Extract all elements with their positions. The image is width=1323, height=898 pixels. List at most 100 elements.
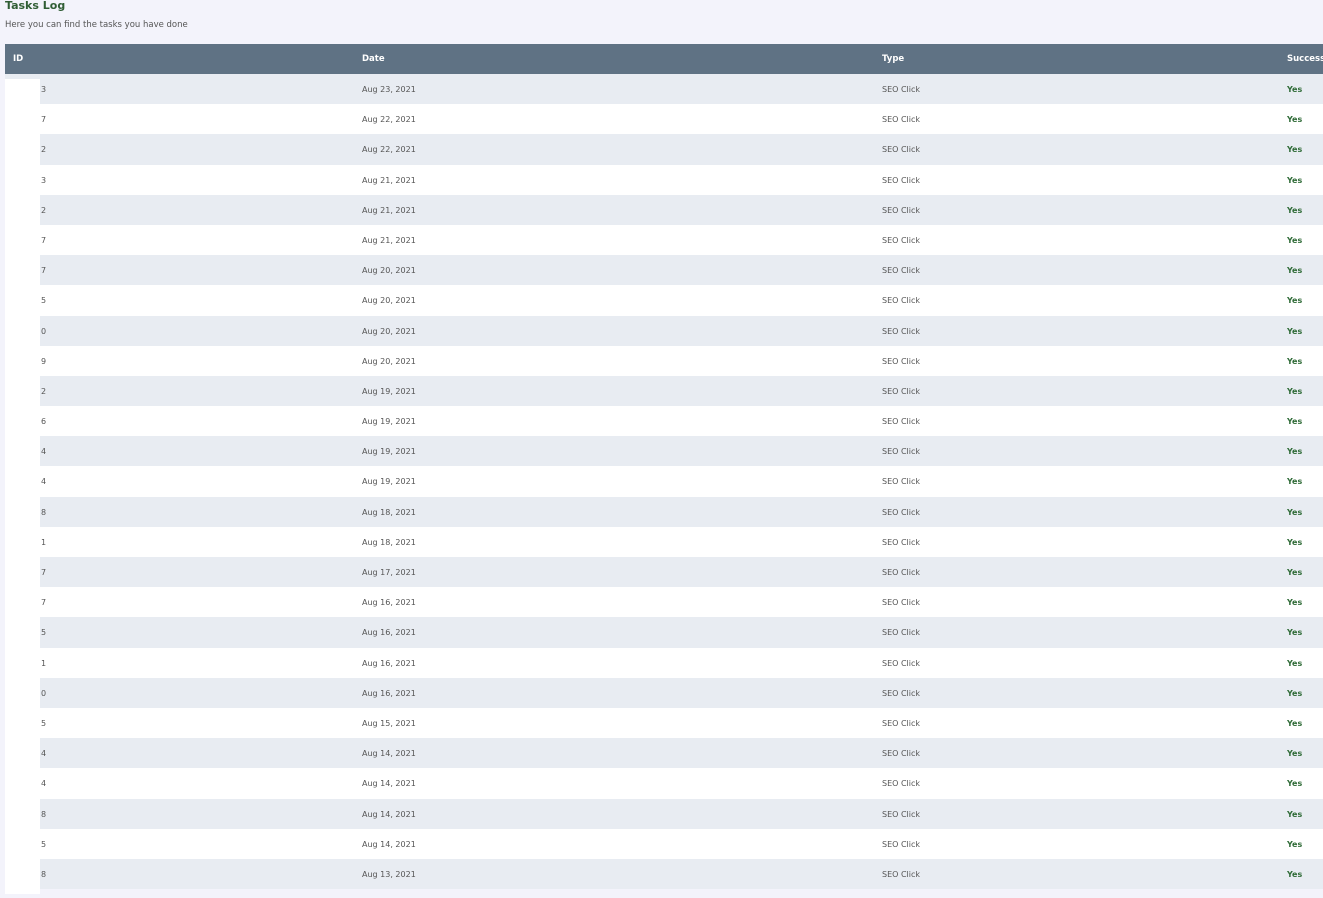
cell-date: Aug 14, 2021 <box>362 749 416 759</box>
cell-success: Yes <box>1287 85 1303 94</box>
cell-success: Yes <box>1287 235 1303 245</box>
cell-id: 7 <box>41 266 47 276</box>
cell-id: 4 <box>41 779 47 789</box>
table-row: 5 Aug 16, 2021 SEO Click Yes <box>5 617 1323 648</box>
cell-date: Aug 21, 2021 <box>362 175 416 185</box>
cell-id: 2 <box>41 386 47 396</box>
cell-success: Yes <box>1287 598 1303 608</box>
cell-type: SEO Click <box>882 417 921 427</box>
cell-type: SEO Click <box>882 749 921 759</box>
cell-success: Yes <box>1287 779 1303 789</box>
cell-id: 5 <box>41 839 47 849</box>
table-row: 8 Aug 14, 2021 SEO Click Yes <box>5 798 1323 829</box>
cell-date: Aug 22, 2021 <box>362 115 416 125</box>
cell-type: SEO Click <box>882 386 921 396</box>
cell-type: SEO Click <box>882 598 921 608</box>
cell-type: SEO Click <box>882 688 921 698</box>
cell-date: Aug 13, 2021 <box>362 869 416 879</box>
cell-success: Yes <box>1287 266 1303 276</box>
cell-type: SEO Click <box>882 175 921 185</box>
cell-date: Aug 16, 2021 <box>362 628 416 638</box>
cell-success: Yes <box>1287 628 1303 638</box>
table-row: 9 Aug 20, 2021 SEO Click Yes <box>5 345 1323 376</box>
cell-id: 9 <box>41 356 47 366</box>
table-row: 8 Aug 18, 2021 SEO Click Yes <box>5 496 1323 527</box>
table-row: 2 Aug 22, 2021 SEO Click Yes <box>5 134 1323 165</box>
cell-type: SEO Click <box>882 869 921 879</box>
table-row: 8 Aug 13, 2021 SEO Click Yes <box>5 858 1323 890</box>
table-row: 5 Aug 15, 2021 SEO Click Yes <box>5 707 1323 739</box>
cell-date: Aug 23, 2021 <box>362 85 416 94</box>
cell-type: SEO Click <box>882 779 921 789</box>
cell-date: Aug 18, 2021 <box>362 507 416 517</box>
cell-type: SEO Click <box>882 145 921 155</box>
cell-id: 8 <box>41 869 47 879</box>
cell-type: SEO Click <box>882 718 921 728</box>
cell-id: 5 <box>41 628 47 638</box>
table-row: 1 Aug 18, 2021 SEO Click Yes <box>5 526 1323 557</box>
cell-success: Yes <box>1287 507 1303 517</box>
cell-id: 0 <box>41 688 47 698</box>
cell-id: 1 <box>41 537 47 547</box>
cell-id: 1 <box>41 658 47 668</box>
cell-date: Aug 20, 2021 <box>362 326 416 336</box>
cell-date: Aug 19, 2021 <box>362 417 416 427</box>
table-row: 0 Aug 16, 2021 SEO Click Yes <box>5 677 1323 708</box>
cell-type: SEO Click <box>882 356 921 366</box>
redaction-overlay <box>5 79 40 894</box>
column-header-id[interactable]: ID <box>13 54 23 64</box>
cell-success: Yes <box>1287 115 1303 125</box>
cell-date: Aug 19, 2021 <box>362 477 416 487</box>
cell-success: Yes <box>1287 688 1303 698</box>
cell-date: Aug 14, 2021 <box>362 779 416 789</box>
table-row: 4 Aug 19, 2021 SEO Click Yes <box>5 466 1323 497</box>
page-title: Tasks Log <box>5 0 66 12</box>
cell-date: Aug 16, 2021 <box>362 688 416 698</box>
cell-type: SEO Click <box>882 507 921 517</box>
cell-date: Aug 19, 2021 <box>362 447 416 457</box>
cell-date: Aug 16, 2021 <box>362 598 416 608</box>
table-row: 4 Aug 19, 2021 SEO Click Yes <box>5 436 1323 467</box>
cell-date: Aug 16, 2021 <box>362 658 416 668</box>
cell-id: 7 <box>41 115 47 125</box>
table-row: 7 Aug 17, 2021 SEO Click Yes <box>5 557 1323 588</box>
table-row: 6 Aug 19, 2021 SEO Click Yes <box>5 406 1323 437</box>
cell-id: 2 <box>41 205 47 215</box>
tasks-table: ID Date Type Success 3 Aug 23, 2021 SEO Cl… <box>5 44 1323 890</box>
cell-type: SEO Click <box>882 115 921 125</box>
cell-type: SEO Click <box>882 296 921 306</box>
cell-success: Yes <box>1287 869 1303 879</box>
table-row: 0 Aug 20, 2021 SEO Click Yes <box>5 315 1323 346</box>
cell-id: 3 <box>41 175 47 185</box>
table-row: 5 Aug 14, 2021 SEO Click Yes <box>5 828 1323 859</box>
table-row: 7 Aug 21, 2021 SEO Click Yes <box>5 224 1323 256</box>
cell-date: Aug 17, 2021 <box>362 568 416 577</box>
cell-success: Yes <box>1287 205 1303 215</box>
table-body: 3 Aug 23, 2021 SEO Click Yes 7 Aug 22, 2021 SE… <box>5 74 1323 890</box>
cell-success: Yes <box>1287 568 1303 577</box>
table-row: 2 Aug 21, 2021 SEO Click Yes <box>5 194 1323 225</box>
cell-type: SEO Click <box>882 235 921 245</box>
cell-success: Yes <box>1287 809 1303 819</box>
cell-date: Aug 20, 2021 <box>362 266 416 276</box>
cell-id: 6 <box>41 417 47 427</box>
cell-type: SEO Click <box>882 568 921 577</box>
cell-date: Aug 20, 2021 <box>362 296 416 306</box>
cell-date: Aug 20, 2021 <box>362 356 416 366</box>
column-header-success[interactable]: Success <box>1287 54 1323 64</box>
cell-success: Yes <box>1287 175 1303 185</box>
cell-success: Yes <box>1287 145 1303 155</box>
cell-type: SEO Click <box>882 85 921 94</box>
cell-date: Aug 14, 2021 <box>362 839 416 849</box>
cell-id: 0 <box>41 326 47 336</box>
cell-date: Aug 15, 2021 <box>362 718 416 728</box>
column-header-type[interactable]: Type <box>882 54 904 64</box>
cell-id: 8 <box>41 507 47 517</box>
cell-id: 7 <box>41 568 47 577</box>
table-row: 7 Aug 22, 2021 SEO Click Yes <box>5 104 1323 135</box>
cell-success: Yes <box>1287 417 1303 427</box>
cell-id: 4 <box>41 749 47 759</box>
cell-id: 4 <box>41 447 47 457</box>
column-header-date[interactable]: Date <box>362 54 385 64</box>
cell-type: SEO Click <box>882 205 921 215</box>
